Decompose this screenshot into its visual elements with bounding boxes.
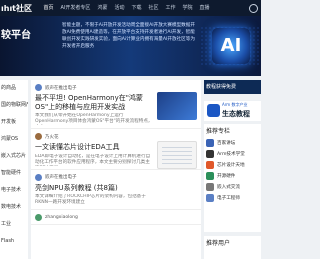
sidebar-item[interactable]: 的商品 <box>0 80 28 97</box>
column-icon <box>206 171 214 180</box>
nav-item-home[interactable]: 首页 <box>40 0 57 16</box>
avatar[interactable] <box>35 173 42 181</box>
arm-logo-icon <box>207 104 220 117</box>
banner-title: 较平台 <box>1 30 31 41</box>
column-name[interactable]: 嵌入式交流 <box>217 184 240 190</box>
article-card[interactable]: 乃火花 一文读懂芯片设计EDA工具 EDA即电子设计自动化，是在电子设计上用计算… <box>31 129 201 170</box>
promo-banner[interactable]: 教程获得免费 <box>204 80 261 94</box>
nav-item-ai[interactable]: AI开发者专区 <box>57 0 94 16</box>
nav-item-jobs[interactable]: 工作 <box>162 0 179 16</box>
banner-text: 智能主题，不限于Ai开放开发活动周全面接AI开放大赛模型数据开放AI免费使用Ai… <box>62 23 195 49</box>
post-meta: 嵌声在推出电子 <box>35 84 196 91</box>
nav-item-download[interactable]: 下载 <box>128 0 145 16</box>
sidebar-item[interactable]: 电子技术 <box>0 182 28 199</box>
column-icon <box>206 138 214 147</box>
sidebar-item[interactable]: 嵌入式芯片 <box>0 148 28 165</box>
post-excerpt: 本文我们从零开始在OpenHarmony上运行OpenHarmony项目体会鸿蒙… <box>35 113 153 124</box>
column-name[interactable]: Arm技术学堂 <box>217 151 245 157</box>
promo-title: 生态教程 <box>222 110 250 118</box>
post-title[interactable]: 亮剑NPU系列教程 (共8篇) <box>35 184 153 193</box>
post-excerpt: 本文详细介绍了ROCKCHIP芯片的架构内容，包括基于RKNN一路开发环境建立 <box>35 194 146 205</box>
category-sidebar: 的商品 国的物联网产品 开发板 鸿蒙OS 嵌入式芯片 智能硬件 电子技术 数电技… <box>0 80 28 259</box>
section-title: 推荐专栏 <box>206 128 231 135</box>
sidebar-item[interactable]: 智能硬件 <box>0 165 28 182</box>
post-author[interactable]: 嵌声在推出电子 <box>45 174 77 180</box>
post-title[interactable]: 一文读懂芯片设计EDA工具 <box>35 143 153 152</box>
recommended-users: 推荐用户 <box>204 236 261 259</box>
post-meta: zhangxiaolong <box>35 214 196 221</box>
nav-item-community[interactable]: 社区 <box>145 0 162 16</box>
nav-item-academy[interactable]: 学院 <box>179 0 196 16</box>
post-author[interactable]: zhangxiaolong <box>45 215 78 220</box>
list-item[interactable]: 开源硬件 <box>204 170 261 181</box>
avatar[interactable] <box>35 214 42 221</box>
column-icon <box>206 149 214 158</box>
promo-subtitle: Arm 数字产业 <box>222 102 248 107</box>
list-item[interactable]: 嵌入式交流 <box>204 181 261 192</box>
article-card[interactable]: zhangxiaolong <box>31 210 201 225</box>
main-nav: 首页 AI开发者专区 鸿蒙 活动 下载 社区 工作 学院 直播 <box>40 0 213 16</box>
sidebar-item[interactable]: 工业 <box>0 216 28 233</box>
post-author[interactable]: 嵌声在推出电子 <box>45 85 77 91</box>
column-name[interactable]: 开源硬件 <box>217 173 235 179</box>
column-name[interactable]: 芯片设计天地 <box>217 162 245 168</box>
post-thumbnail[interactable] <box>157 141 197 169</box>
sidebar-item[interactable]: 数电技术 <box>0 199 28 216</box>
nav-item-events[interactable]: 活动 <box>111 0 128 16</box>
hero-banner[interactable]: 较平台 智能主题，不限于Ai开放开发活动周全面接AI开放大赛模型数据开放AI免费… <box>0 16 261 76</box>
list-item[interactable]: 百家讲坛 <box>204 137 261 148</box>
column-icon <box>206 193 214 202</box>
recommended-columns: 推荐专栏 百家讲坛 Arm技术学堂 芯片设计天地 开源硬件 嵌入式交流 电子工程… <box>204 124 261 232</box>
sidebar-item[interactable]: 鸿蒙OS <box>0 131 28 148</box>
top-navbar: ıhıt社区 首页 AI开发者专区 鸿蒙 活动 下载 社区 工作 学院 直播 <box>0 0 261 16</box>
post-author[interactable]: 乃火花 <box>45 134 59 140</box>
list-item[interactable]: 芯片设计天地 <box>204 159 261 170</box>
sidebar-item[interactable]: 国的物联网产品 <box>0 97 28 114</box>
post-meta: 乃火花 <box>35 133 196 140</box>
post-meta: 嵌声在推出电子 <box>35 173 196 181</box>
article-feed: 嵌声在推出电子 最不平坦! OpenHarmony在"鸿蒙OS"上的移植与应用开… <box>31 80 201 259</box>
column-name[interactable]: 百家讲坛 <box>217 140 235 146</box>
post-title[interactable]: 最不平坦! OpenHarmony在"鸿蒙OS"上的移植与应用开发实战 <box>35 94 153 111</box>
nav-item-live[interactable]: 直播 <box>196 0 213 16</box>
site-logo[interactable]: ıhıt社区 <box>1 3 32 14</box>
arm-promo-card[interactable]: Arm 数字产业 生态教程 <box>204 101 261 121</box>
column-icon <box>206 182 214 191</box>
nav-item-harmony[interactable]: 鸿蒙 <box>94 0 111 16</box>
search-icon[interactable] <box>249 4 258 13</box>
ai-logo-graphic: AI <box>212 28 250 64</box>
section-title: 推荐用户 <box>206 240 231 247</box>
sidebar-item[interactable]: 开发板 <box>0 114 28 131</box>
column-icon <box>206 160 214 169</box>
article-card[interactable]: 嵌声在推出电子 亮剑NPU系列教程 (共8篇) 本文详细介绍了ROCKCHIP芯… <box>31 170 201 210</box>
avatar[interactable] <box>35 133 42 140</box>
sidebar-item[interactable]: Flash <box>0 233 28 250</box>
post-excerpt: EDA即电子设计自动化，是在电子设计上用计算机进行自动化工作平台的软件应用程序，… <box>35 153 151 165</box>
list-item[interactable]: Arm技术学堂 <box>204 148 261 159</box>
post-thumbnail[interactable] <box>157 92 197 120</box>
list-item[interactable]: 电子工程师 <box>204 192 261 203</box>
column-name[interactable]: 电子工程师 <box>217 195 240 201</box>
avatar[interactable] <box>35 84 42 91</box>
article-card[interactable]: 嵌声在推出电子 最不平坦! OpenHarmony在"鸿蒙OS"上的移植与应用开… <box>31 80 201 129</box>
